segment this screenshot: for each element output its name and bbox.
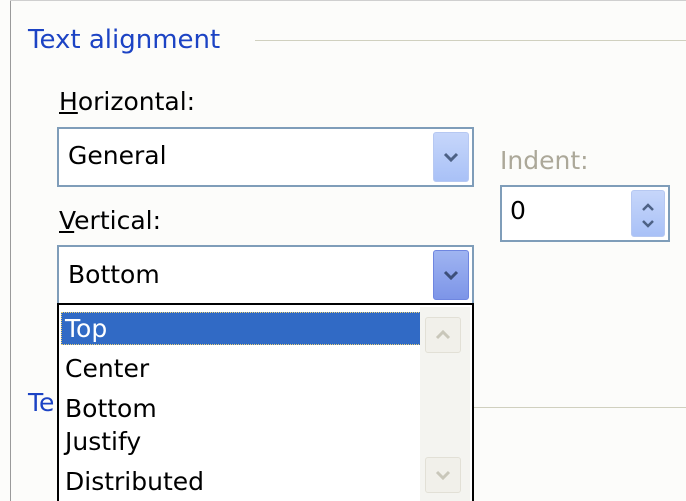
panel-left-border bbox=[10, 0, 11, 501]
horizontal-label-text: orizontal: bbox=[77, 87, 196, 116]
vertical-label-accelerator: V bbox=[59, 206, 75, 235]
indent-spinner[interactable]: 0 bbox=[500, 185, 670, 242]
text-alignment-group-title: Text alignment bbox=[28, 22, 227, 58]
dropdown-item-center[interactable]: Center bbox=[61, 352, 421, 385]
horizontal-combobox-value: General bbox=[68, 141, 167, 170]
group-divider-line bbox=[255, 40, 686, 41]
dropdown-item-top[interactable]: Top bbox=[61, 312, 421, 345]
vertical-dropdown-button[interactable] bbox=[433, 250, 469, 300]
panel-top-border bbox=[10, 0, 686, 1]
chevron-up-icon[interactable] bbox=[641, 203, 655, 211]
dropdown-item-justify[interactable]: Justify bbox=[61, 425, 421, 458]
horizontal-combobox[interactable]: General bbox=[57, 127, 474, 187]
indent-spin-buttons[interactable] bbox=[631, 190, 665, 237]
text-control-group-title-partial: Te bbox=[28, 388, 55, 417]
chevron-down-icon[interactable] bbox=[641, 220, 655, 228]
chevron-down-icon bbox=[443, 270, 459, 280]
text-control-divider-line bbox=[470, 407, 686, 408]
dropdown-item-bottom[interactable]: Bottom bbox=[61, 392, 421, 425]
horizontal-label: Horizontal: bbox=[59, 86, 195, 118]
indent-value: 0 bbox=[510, 196, 526, 225]
vertical-combobox-value: Bottom bbox=[68, 260, 160, 289]
chevron-down-icon bbox=[443, 152, 459, 162]
format-cells-panel: Text alignment Horizontal: General Inden… bbox=[0, 0, 686, 501]
vertical-combobox[interactable]: Bottom bbox=[57, 245, 474, 305]
chevron-down-icon bbox=[435, 470, 451, 480]
indent-label: Indent: bbox=[500, 146, 589, 175]
scroll-down-button[interactable] bbox=[425, 457, 461, 493]
chevron-up-icon bbox=[435, 330, 451, 340]
horizontal-label-accelerator: H bbox=[59, 87, 78, 116]
vertical-label: Vertical: bbox=[59, 205, 161, 237]
vertical-label-text: ertical: bbox=[74, 206, 162, 235]
horizontal-dropdown-button[interactable] bbox=[433, 132, 469, 182]
dropdown-scrollbar[interactable] bbox=[420, 307, 470, 501]
dropdown-item-distributed[interactable]: Distributed bbox=[61, 465, 421, 498]
vertical-dropdown-list[interactable]: Top Center Bottom Justify Distributed bbox=[57, 303, 474, 501]
scroll-up-button[interactable] bbox=[425, 317, 461, 353]
